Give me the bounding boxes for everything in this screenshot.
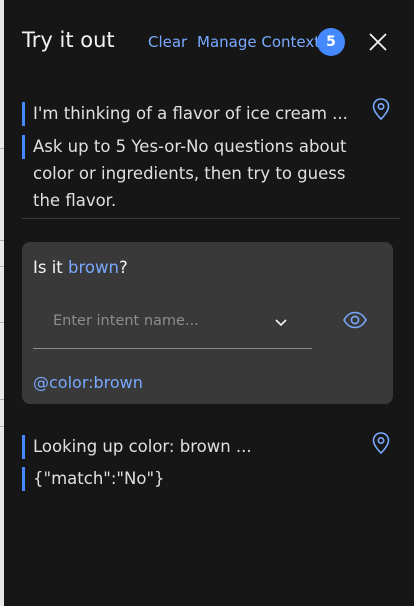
user-question: Is it brown? bbox=[33, 258, 128, 277]
try-it-out-panel: Try it out Clear Manage Context 5 I'm th… bbox=[4, 0, 414, 606]
question-prefix: Is it bbox=[33, 258, 69, 277]
entity-tag[interactable]: @color:brown bbox=[33, 373, 143, 392]
message-accent-bar bbox=[22, 467, 25, 491]
location-icon[interactable] bbox=[370, 97, 392, 121]
context-count-badge[interactable]: 5 bbox=[317, 28, 345, 56]
close-icon[interactable] bbox=[366, 30, 390, 54]
question-suffix: ? bbox=[118, 258, 128, 277]
message-accent-bar bbox=[22, 435, 25, 459]
panel-title: Try it out bbox=[22, 28, 115, 52]
bot-message-text: {"match":"No"} bbox=[33, 469, 165, 488]
bot-message-text: Ask up to 5 Yes-or-No questions about co… bbox=[33, 137, 347, 210]
bot-message-text: Looking up color: brown ... bbox=[33, 437, 252, 456]
intent-placeholder: Enter intent name... bbox=[53, 313, 199, 329]
question-card: Is it brown? Enter intent name... @color… bbox=[22, 242, 393, 404]
bot-message-text: I'm thinking of a flavor of ice cream ..… bbox=[33, 104, 348, 123]
message-accent-bar bbox=[22, 135, 25, 159]
chevron-down-icon[interactable] bbox=[273, 314, 289, 330]
question-highlight: brown bbox=[68, 258, 119, 277]
clear-button[interactable]: Clear bbox=[148, 33, 187, 51]
eye-icon[interactable] bbox=[342, 310, 368, 330]
manage-context-button[interactable]: Manage Context bbox=[197, 33, 320, 51]
message-divider bbox=[22, 218, 400, 219]
intent-select[interactable]: Enter intent name... bbox=[33, 302, 312, 349]
message-accent-bar bbox=[22, 102, 25, 126]
location-icon[interactable] bbox=[370, 431, 392, 455]
